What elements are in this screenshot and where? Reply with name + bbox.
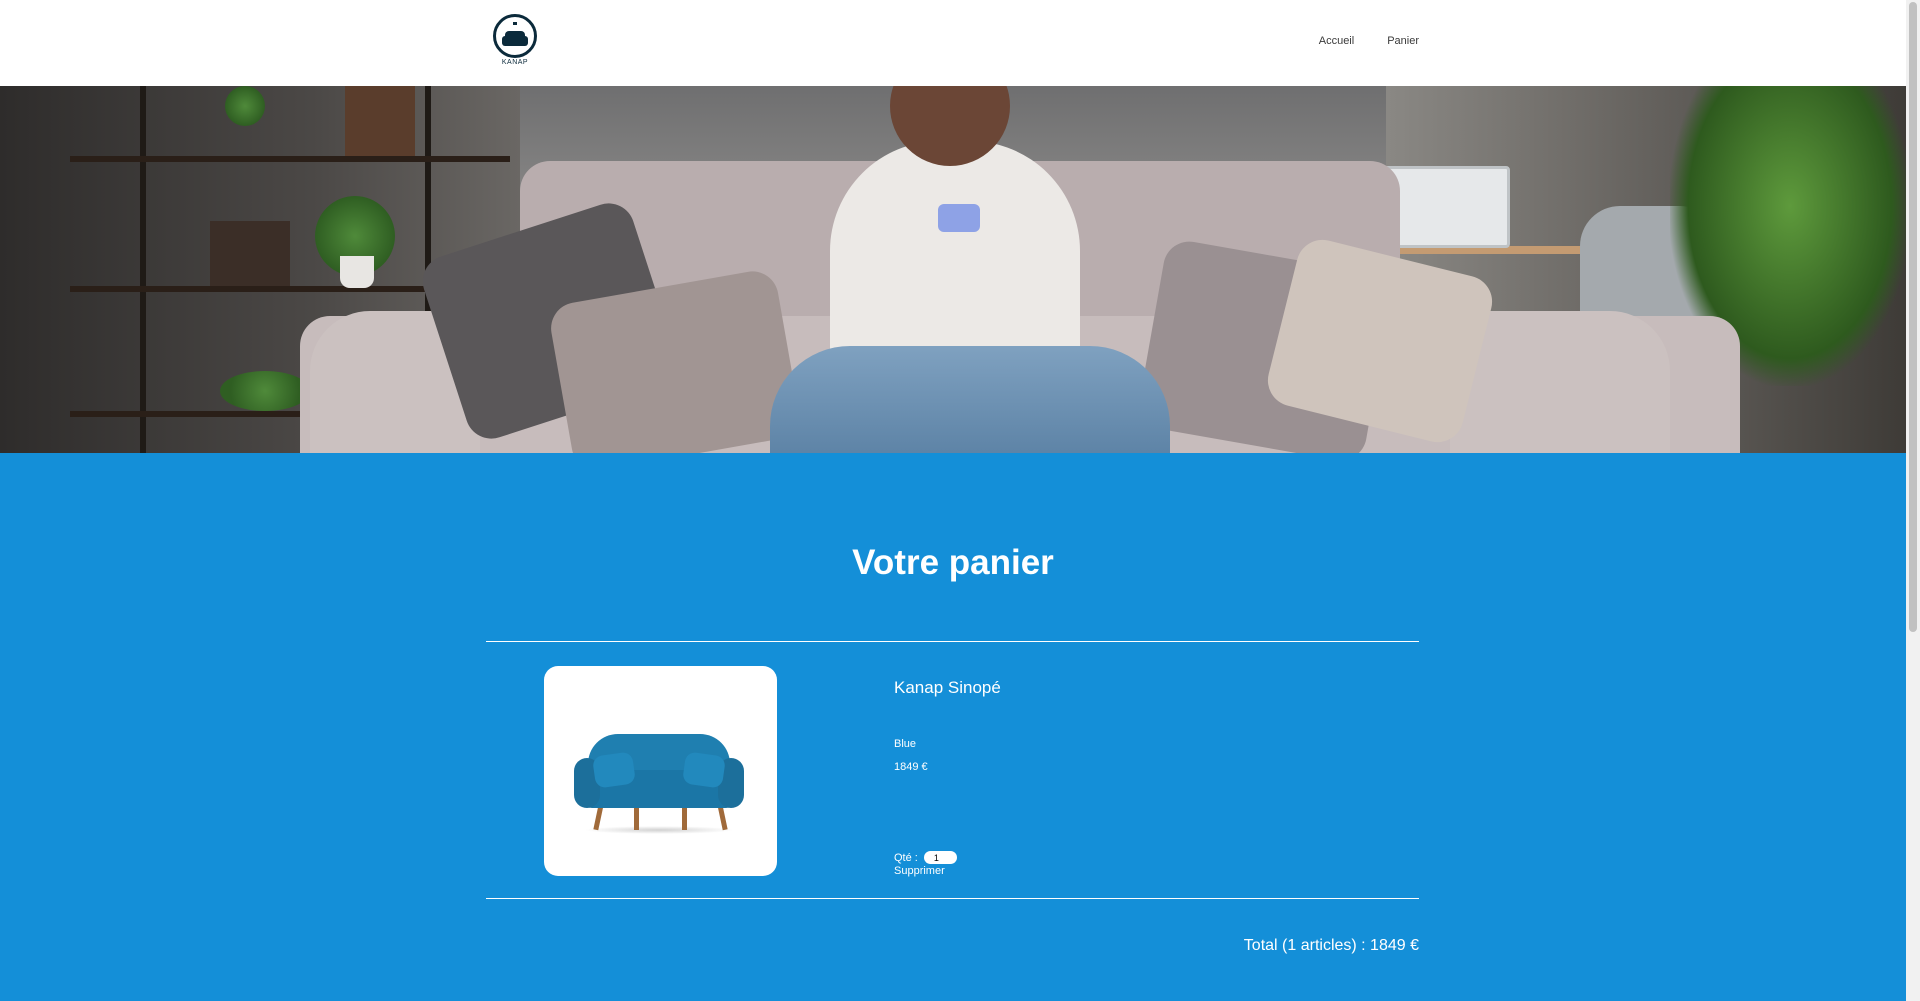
books <box>345 86 415 156</box>
shelf <box>70 156 510 162</box>
product-color: Blue <box>894 738 917 750</box>
quantity-row: Qté : <box>894 851 957 864</box>
cart-section: Votre panier Kanap Sinopé Blue 1849 € Qt… <box>0 453 1906 1001</box>
sofa-cushion <box>591 751 637 789</box>
sofa-icon-base <box>502 36 528 46</box>
delete-item-button[interactable]: Supprimer <box>894 865 945 877</box>
vertical-scrollbar[interactable] <box>1906 0 1920 1001</box>
divider <box>486 898 1419 899</box>
blue-sofa-image <box>574 734 744 844</box>
nav-link-home[interactable]: Accueil <box>1319 35 1354 47</box>
main-nav: Accueil Panier <box>1319 35 1419 47</box>
page: KANAP Accueil Panier Votre panier Kanap … <box>0 0 1906 1001</box>
sofa-shadow <box>584 826 734 834</box>
product-name: Kanap Sinopé <box>894 678 1001 697</box>
cart-total: Total (1 articles) : 1849 € <box>1243 937 1419 954</box>
plant <box>225 86 265 126</box>
hero-banner-image <box>0 86 1906 453</box>
quantity-input[interactable] <box>923 851 957 864</box>
kanap-logo[interactable]: KANAP <box>491 14 539 70</box>
site-header: KANAP Accueil Panier <box>0 0 1906 86</box>
phone <box>938 204 980 232</box>
product-price: 1849 € <box>894 761 928 773</box>
plant-pot <box>340 256 374 288</box>
person <box>830 141 1080 381</box>
lamp-icon <box>513 22 517 28</box>
sofa-cushion <box>681 751 727 789</box>
books <box>210 221 290 286</box>
person-legs <box>770 346 1170 453</box>
scrollbar-thumb[interactable] <box>1909 2 1917 632</box>
plant <box>220 371 310 411</box>
logo-text: KANAP <box>501 59 529 66</box>
page-title: Votre panier <box>852 543 1054 582</box>
product-image <box>544 666 777 876</box>
divider <box>486 641 1419 642</box>
quantity-label: Qté : <box>894 851 918 864</box>
shelf-post <box>140 86 146 453</box>
nav-link-cart[interactable]: Panier <box>1387 35 1419 47</box>
